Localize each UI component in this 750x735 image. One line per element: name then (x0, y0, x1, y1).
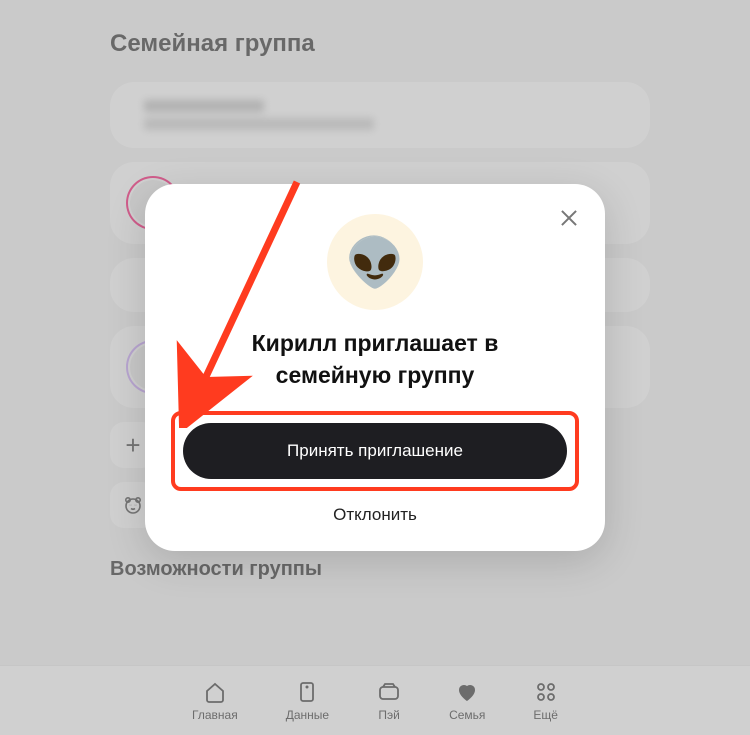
invite-modal: 👽 Кирилл приглашает в семейную группу Пр… (145, 184, 605, 550)
inviter-avatar: 👽 (327, 214, 423, 310)
decline-button[interactable]: Отклонить (175, 505, 575, 525)
alien-emoji: 👽 (345, 234, 405, 291)
modal-title: Кирилл приглашает в семейную группу (195, 328, 555, 390)
modal-overlay[interactable]: 👽 Кирилл приглашает в семейную группу Пр… (0, 0, 750, 735)
accept-button[interactable]: Принять приглашение (183, 423, 567, 479)
annotation-highlight: Принять приглашение (171, 411, 579, 491)
close-icon[interactable] (557, 206, 581, 230)
